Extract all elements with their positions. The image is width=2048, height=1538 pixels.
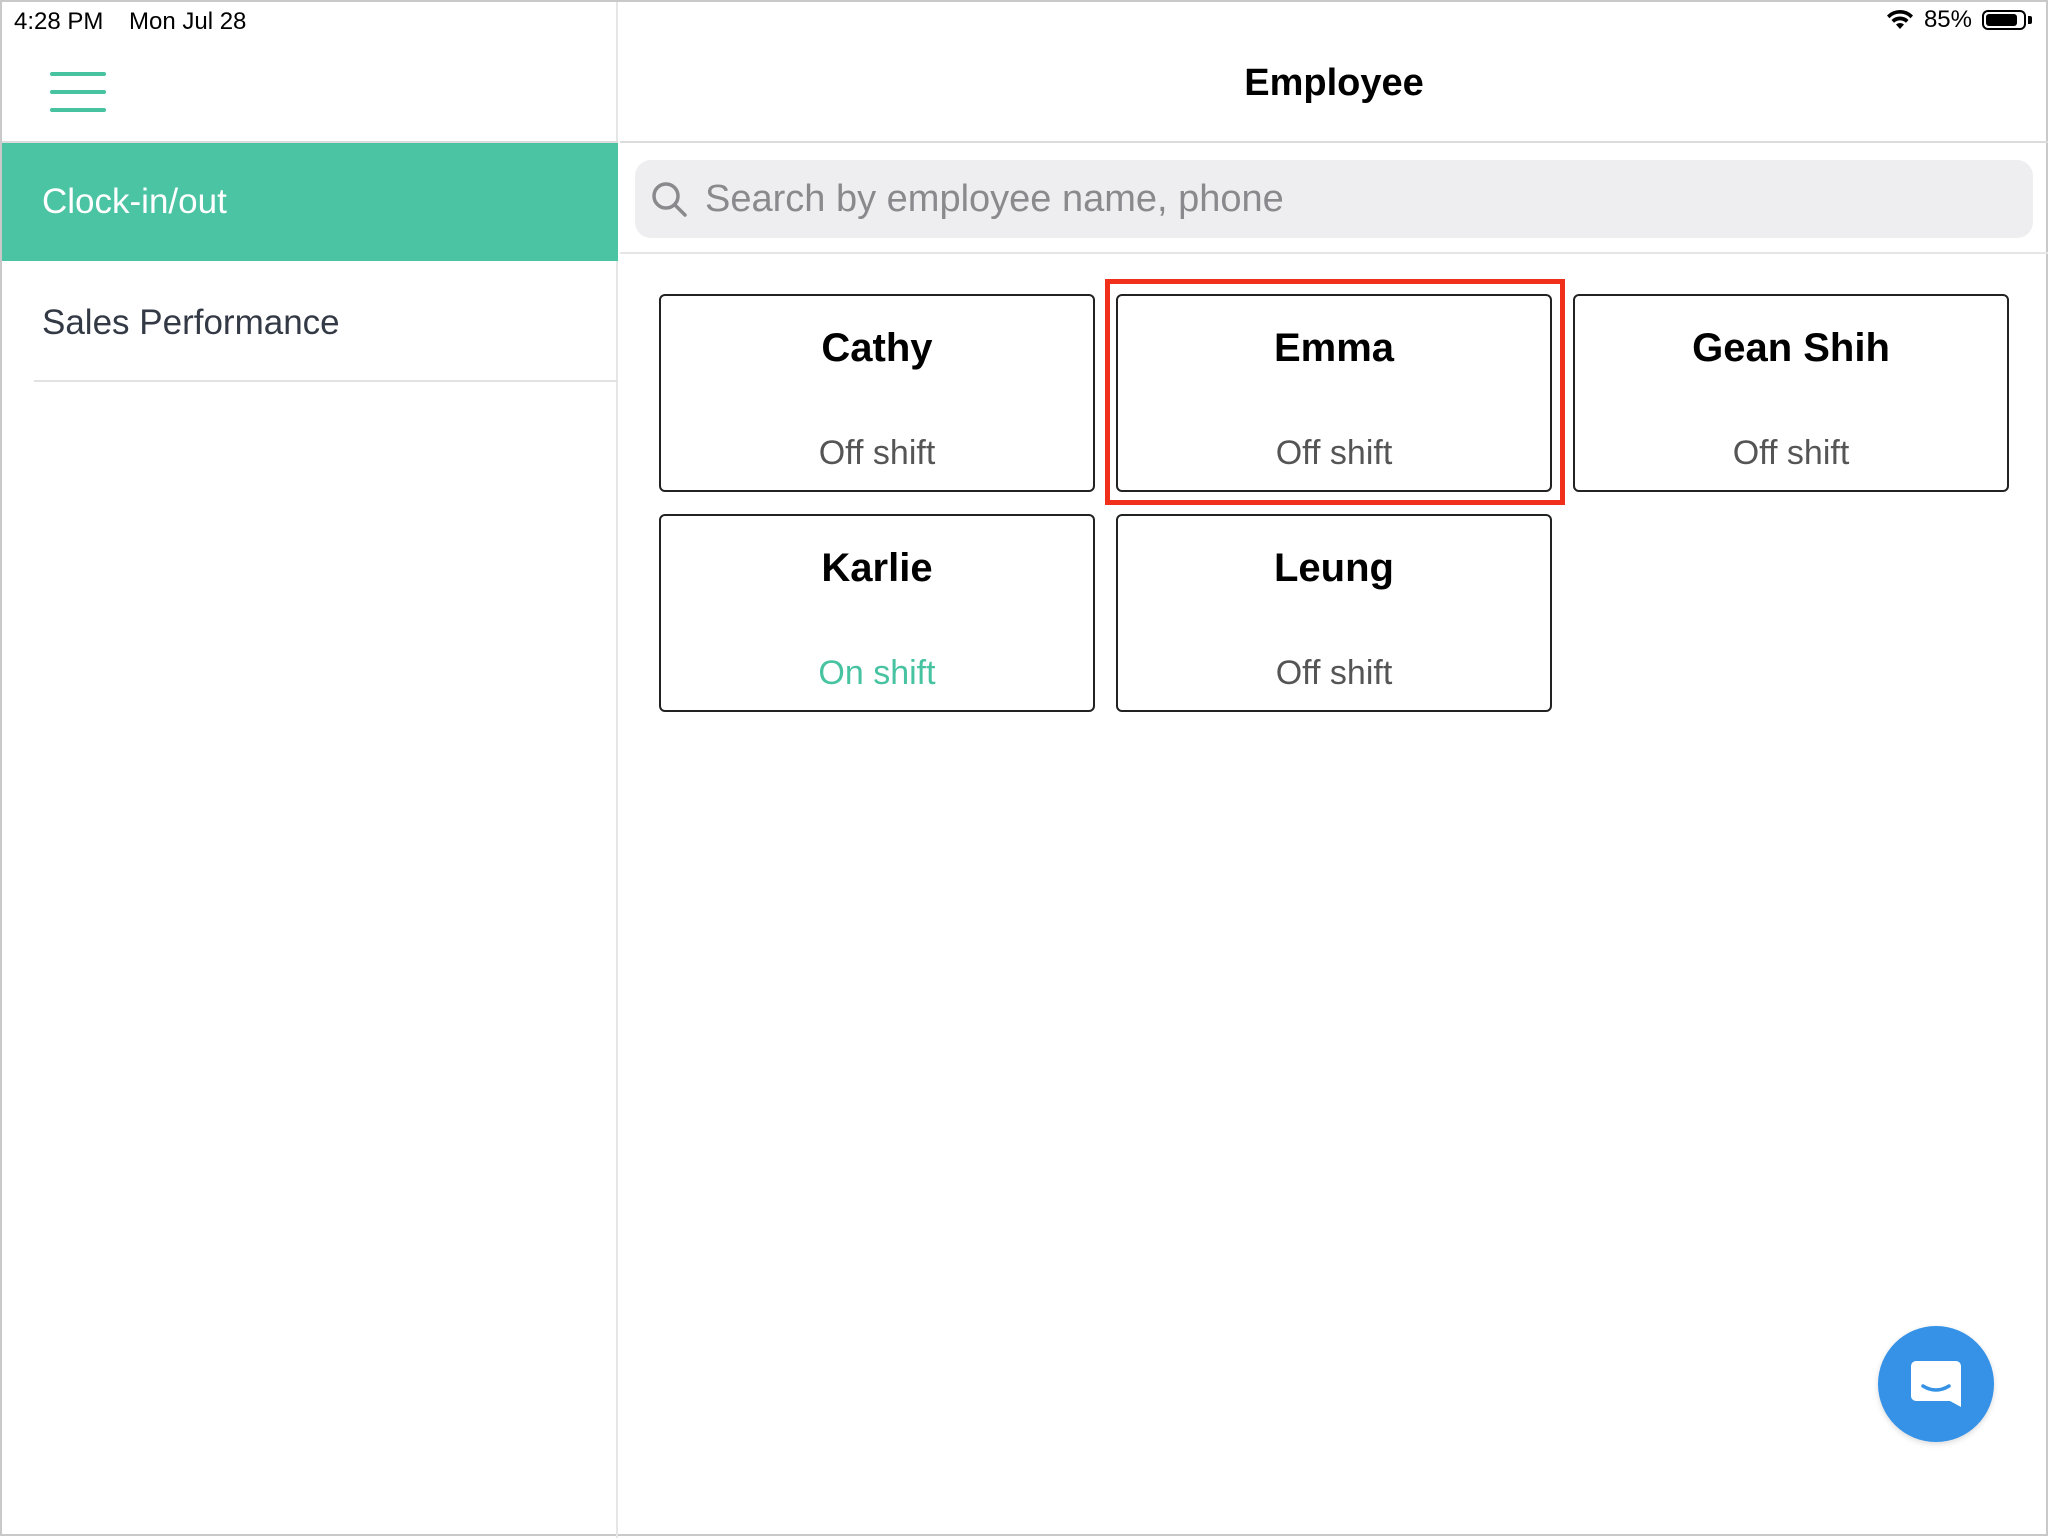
page-title: Employee (1244, 62, 1424, 104)
header-divider (620, 141, 2048, 143)
battery-icon (1982, 9, 2034, 31)
employee-name: Leung (1274, 546, 1394, 590)
sidebar-item-sales-performance[interactable]: Sales Performance (2, 264, 618, 382)
chat-button[interactable] (1878, 1326, 1994, 1442)
shift-status: Off shift (1275, 434, 1393, 472)
shift-status: Off shift (1275, 654, 1393, 692)
status-indicators: 85% (1886, 6, 2034, 34)
sidebar-item-label: Clock-in/out (42, 182, 227, 221)
app-window: 4:28 PM Mon Jul 28 85% Clock-in/out Sale… (0, 0, 2048, 1538)
battery-percent: 85% (1923, 6, 1972, 33)
shift-status: Off shift (1732, 434, 1850, 472)
hamburger-menu-icon[interactable] (50, 72, 106, 112)
employee-card-karlie[interactable]: Karlie On shift (659, 514, 1095, 712)
search-icon (652, 182, 687, 217)
employee-card-leung[interactable]: Leung Off shift (1116, 514, 1552, 712)
search-input[interactable] (703, 176, 2007, 222)
search-bar[interactable] (635, 160, 2033, 238)
employee-card-gean-shih[interactable]: Gean Shih Off shift (1573, 294, 2009, 492)
employee-name: Karlie (821, 546, 933, 590)
employee-card-cathy[interactable]: Cathy Off shift (659, 294, 1095, 492)
sidebar-divider (34, 380, 618, 382)
employee-name: Emma (1273, 326, 1395, 370)
sidebar-item-clock-in-out[interactable]: Clock-in/out (2, 143, 618, 261)
sidebar-item-label: Sales Performance (42, 303, 340, 342)
employee-name: Gean Shih (1692, 326, 1890, 370)
employee-name: Cathy (821, 326, 933, 370)
chat-icon (1911, 1361, 1961, 1407)
shift-status: On shift (818, 654, 936, 692)
search-divider (620, 252, 2048, 254)
shift-status: Off shift (818, 434, 936, 472)
wifi-icon (1886, 9, 1913, 29)
sidebar: Clock-in/out Sales Performance (2, 2, 618, 1538)
employee-card-emma[interactable]: Emma Off shift (1116, 294, 1552, 492)
